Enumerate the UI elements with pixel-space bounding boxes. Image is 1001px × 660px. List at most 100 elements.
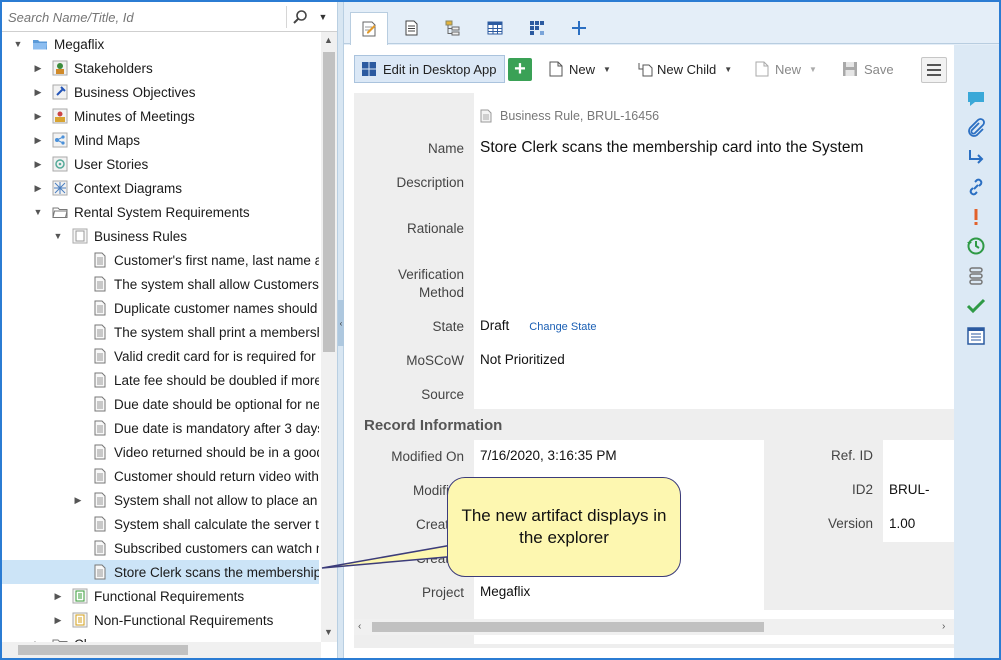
expand-toggle-icon[interactable]: ▶ xyxy=(32,134,44,146)
history-button[interactable] xyxy=(964,234,988,258)
tree-node-artifact[interactable]: Duplicate customer names should no xyxy=(2,296,319,320)
expand-toggle-icon[interactable]: ▶ xyxy=(32,158,44,170)
scroll-up-icon[interactable]: ▲ xyxy=(324,35,333,45)
tree-node-new-artifact[interactable]: Store Clerk scans the membership c xyxy=(2,560,319,584)
new-disabled-button[interactable]: New ▼ xyxy=(755,55,817,83)
tree-node-stakeholders[interactable]: ▶ Stakeholders xyxy=(2,56,319,80)
alerts-button[interactable] xyxy=(964,205,988,229)
properties-button[interactable] xyxy=(964,324,988,348)
moscow-label: MoSCoW xyxy=(406,353,464,368)
new-child-button[interactable]: New Child ▼ xyxy=(637,55,732,83)
tree-node-artifact[interactable]: The system shall print a membership xyxy=(2,320,319,344)
add-tab-button[interactable] xyxy=(560,12,598,44)
expand-toggle-icon[interactable]: ▼ xyxy=(52,230,64,242)
source-field[interactable] xyxy=(480,386,950,404)
tree-node-artifact[interactable]: Due date is mandatory after 3 days o xyxy=(2,416,319,440)
scrollbar-thumb[interactable] xyxy=(18,645,188,655)
scroll-left-icon[interactable]: ‹ xyxy=(358,621,361,632)
tree-node-artifact[interactable]: Late fee should be doubled if more th xyxy=(2,368,319,392)
description-field[interactable] xyxy=(480,174,950,214)
tree-node-root[interactable]: ▼ Megaflix xyxy=(2,32,319,56)
links-button[interactable] xyxy=(964,175,988,199)
hierarchy-tab-icon xyxy=(445,20,460,36)
verification-method-label: Verification Method xyxy=(397,267,464,300)
detail-horizontal-scrollbar[interactable]: ‹ › xyxy=(354,619,954,635)
document-icon xyxy=(92,276,108,292)
scrollbar-thumb[interactable] xyxy=(323,52,335,352)
moscow-field[interactable]: Not Prioritized xyxy=(480,352,565,367)
scroll-right-icon[interactable]: › xyxy=(942,621,945,632)
new-document-icon xyxy=(755,61,769,77)
tree-node-artifact[interactable]: Video returned should be in a good s xyxy=(2,440,319,464)
search-input[interactable] xyxy=(4,5,284,29)
tab-grid[interactable] xyxy=(476,12,514,44)
tree-node-minutes[interactable]: ▶ Minutes of Meetings xyxy=(2,104,319,128)
tree-node-artifact[interactable]: The system shall allow Customers to xyxy=(2,272,319,296)
expand-toggle-icon[interactable]: ▶ xyxy=(52,590,64,602)
expand-toggle-icon[interactable]: ▶ xyxy=(32,182,44,194)
tree-node-rental-system[interactable]: ▼ Rental System Requirements xyxy=(2,200,319,224)
edit-in-desktop-button[interactable]: Edit in Desktop App xyxy=(354,55,506,83)
tree-node-artifact[interactable]: ▶ System shall not allow to place an o xyxy=(2,488,319,512)
add-artifact-button[interactable]: + xyxy=(508,58,532,81)
tab-details[interactable] xyxy=(350,12,388,45)
tree-node-context-diagrams[interactable]: ▶ Context Diagrams xyxy=(2,176,319,200)
new-label: New xyxy=(569,61,596,77)
search-button[interactable] xyxy=(286,6,312,28)
new-label: New xyxy=(775,61,802,77)
save-button[interactable]: Save xyxy=(842,55,894,83)
rationale-field[interactable] xyxy=(480,220,950,260)
tree-node-artifact[interactable]: Subscribed customers can watch mo xyxy=(2,536,319,560)
explorer-horizontal-scrollbar[interactable] xyxy=(2,642,321,658)
attachments-button[interactable] xyxy=(964,116,988,140)
chevron-down-icon: ▼ xyxy=(809,64,817,74)
change-state-link[interactable]: Change State xyxy=(529,321,596,333)
workflow-button[interactable] xyxy=(964,264,988,288)
tab-hierarchy[interactable] xyxy=(434,12,472,44)
expand-toggle-icon[interactable]: ▶ xyxy=(32,86,44,98)
tree-node-user-stories[interactable]: ▶ User Stories xyxy=(2,152,319,176)
scrollbar-thumb[interactable] xyxy=(372,622,764,632)
expand-toggle-icon[interactable]: ▼ xyxy=(32,206,44,218)
reviews-button[interactable] xyxy=(964,294,988,318)
tree-node-mind-maps[interactable]: ▶ Mind Maps xyxy=(2,128,319,152)
expand-toggle-icon[interactable]: ▼ xyxy=(12,38,24,50)
tree-node-artifact[interactable]: System shall calculate the server tax xyxy=(2,512,319,536)
tab-tiles[interactable] xyxy=(518,12,556,44)
tree-node-label: Context Diagrams xyxy=(74,180,183,196)
document-icon xyxy=(92,324,108,340)
chevron-down-icon: ▼ xyxy=(318,12,328,22)
tree-node-non-functional-req[interactable]: ▶ Non-Functional Requirements xyxy=(2,608,319,632)
right-tool-sidebar xyxy=(954,45,999,658)
tree-node-business-objectives[interactable]: ▶ Business Objectives xyxy=(2,80,319,104)
name-field[interactable]: Store Clerk scans the membership card in… xyxy=(480,139,863,157)
panel-splitter[interactable]: ‹ xyxy=(337,2,344,658)
comments-button[interactable] xyxy=(964,87,988,111)
pin-icon xyxy=(52,84,68,100)
tree-node-label: Minutes of Meetings xyxy=(74,108,195,124)
tree-node-artifact[interactable]: Due date should be optional for next xyxy=(2,392,319,416)
expand-toggle-icon[interactable]: ▶ xyxy=(52,614,64,626)
verification-method-field[interactable] xyxy=(480,266,950,306)
search-options-dropdown[interactable]: ▼ xyxy=(314,6,332,28)
search-icon xyxy=(292,10,307,24)
new-button[interactable]: New ▼ xyxy=(549,55,611,83)
artifact-type-line: Business Rule, BRUL-16456 xyxy=(480,109,659,123)
tree-node-artifact[interactable]: Customer's first name, last name and xyxy=(2,248,319,272)
trace-button[interactable] xyxy=(964,145,988,169)
tree-node-label: System shall not allow to place an o xyxy=(114,492,319,508)
tree-node-artifact[interactable]: Customer should return video within a xyxy=(2,464,319,488)
tree-node-partial[interactable]: ▶ Cl xyxy=(2,632,319,642)
explorer-vertical-scrollbar[interactable]: ▲ ▼ xyxy=(321,32,337,642)
tree-node-business-rules[interactable]: ▼ Business Rules xyxy=(2,224,319,248)
tree-node-functional-req[interactable]: ▶ Functional Requirements xyxy=(2,584,319,608)
more-menu-button[interactable] xyxy=(921,57,947,83)
scroll-down-icon[interactable]: ▼ xyxy=(324,627,333,637)
user-story-icon xyxy=(52,156,68,172)
expand-toggle-icon[interactable]: ▶ xyxy=(72,494,84,506)
tab-document[interactable] xyxy=(392,12,430,44)
tree-node-artifact[interactable]: Valid credit card for is required for st… xyxy=(2,344,319,368)
expand-toggle-icon[interactable]: ▶ xyxy=(32,62,44,74)
expand-toggle-icon[interactable]: ▶ xyxy=(32,110,44,122)
trace-arrow-icon xyxy=(969,150,984,164)
